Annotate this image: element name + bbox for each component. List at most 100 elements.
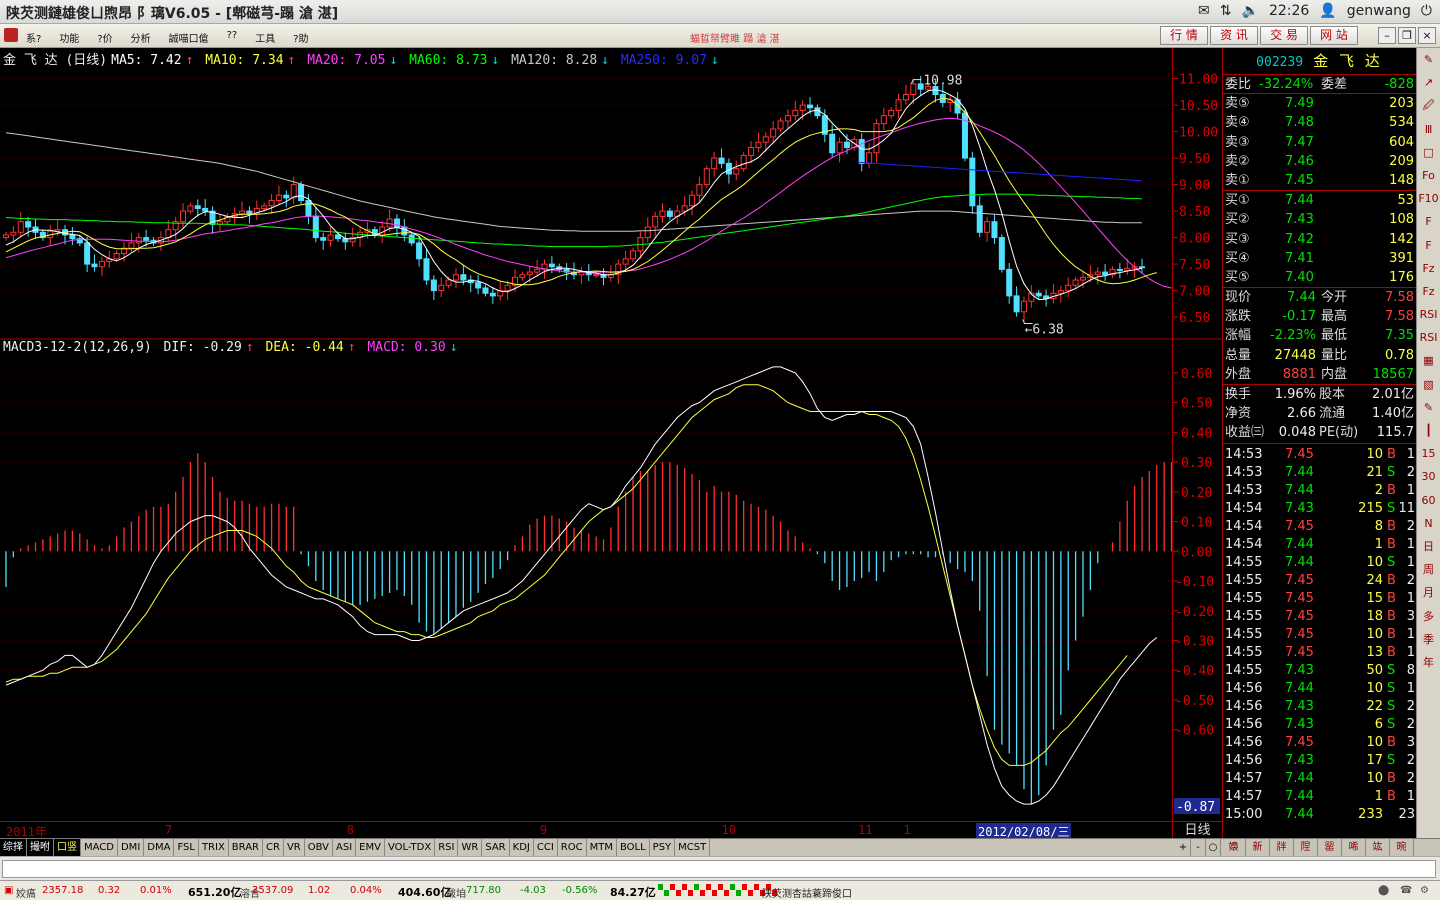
panel-tab-5[interactable]: 唏	[1342, 839, 1366, 856]
tool-button-22[interactable]: 周	[1417, 558, 1440, 581]
chart-canvas[interactable]: 10.98 ←6.38	[0, 48, 1172, 821]
panel-tab-4[interactable]: 罂	[1318, 839, 1342, 856]
tab-cci[interactable]: CCI	[534, 839, 558, 857]
tab-brar[interactable]: BRAR	[229, 839, 263, 857]
tool-button-16[interactable]: ┃	[1417, 419, 1440, 442]
sell-row-1[interactable]: 卖④ 7.48 534	[1223, 113, 1416, 132]
sell-row-4[interactable]: 卖① 7.45 148	[1223, 171, 1416, 190]
stock-name[interactable]: 金 飞 达	[1313, 52, 1383, 70]
stock-code[interactable]: 002239	[1256, 55, 1303, 70]
tool-button-3[interactable]: Ⅲ	[1417, 118, 1440, 141]
kline-chart-area[interactable]: 10.98 ←6.38 金 飞 达 (日线) MA5: 7.42 ↑ MA10: 7.…	[0, 48, 1172, 838]
buy-row-3[interactable]: 买④ 7.41 391	[1223, 249, 1416, 268]
buy-row-2[interactable]: 买③ 7.42 142	[1223, 230, 1416, 249]
tray-icon-3[interactable]: ⚙	[1420, 885, 1429, 896]
close-icon[interactable]: ×	[1418, 27, 1436, 44]
tool-button-26[interactable]: 年	[1417, 651, 1440, 674]
tool-button-14[interactable]: ▧	[1417, 373, 1440, 396]
nav-button-0[interactable]: 行 情	[1160, 26, 1208, 45]
volume-icon[interactable]: 🔈	[1242, 3, 1259, 19]
buy-row-0[interactable]: 买① 7.44 53	[1223, 191, 1416, 210]
tool-button-11[interactable]: RSI	[1417, 303, 1440, 326]
command-input[interactable]	[2, 860, 1436, 878]
menu-item-1[interactable]: 功能	[59, 30, 79, 45]
zoom-button-0[interactable]: +	[1176, 839, 1191, 856]
tool-button-15[interactable]: ✎	[1417, 396, 1440, 419]
sell-row-0[interactable]: 卖⑤ 7.49 203	[1223, 94, 1416, 113]
tab-dma[interactable]: DMA	[144, 839, 175, 857]
tick-trades[interactable]: 14:53 7.45 10 B 1 14:53 7.44 21 S 2 14:53 7.44 2 B 1 14…	[1223, 446, 1417, 824]
tab-macd[interactable]: MACD	[81, 839, 118, 857]
tab-obv[interactable]: OBV	[305, 839, 333, 857]
tab-trix[interactable]: TRIX	[199, 839, 229, 857]
tab-dmi[interactable]: DMI	[118, 839, 145, 857]
menu-item-4[interactable]: 誠喵口傖	[169, 30, 209, 45]
tab-asi[interactable]: ASI	[333, 839, 357, 857]
menu-item-2[interactable]: ?价	[97, 30, 112, 45]
panel-tab-1[interactable]: 新	[1246, 839, 1270, 856]
panel-tab-2[interactable]: 牉	[1270, 839, 1294, 856]
restore-icon[interactable]: ❐	[1398, 27, 1416, 44]
tab-sar[interactable]: SAR	[482, 839, 510, 857]
tool-button-17[interactable]: 15	[1417, 442, 1440, 465]
period-label[interactable]: 日线	[1172, 821, 1222, 838]
menu-item-7[interactable]: ?助	[293, 30, 308, 45]
panel-tab-6[interactable]: 竑	[1366, 839, 1390, 856]
panel-tab-7[interactable]: 晼	[1390, 839, 1414, 856]
mail-icon[interactable]: ✉	[1198, 3, 1210, 19]
nav-button-2[interactable]: 交 易	[1260, 26, 1308, 45]
tool-button-7[interactable]: F	[1417, 210, 1440, 233]
tool-button-19[interactable]: 60	[1417, 489, 1440, 512]
menu-item-5[interactable]: ??	[227, 30, 238, 45]
tab-vol-tdx[interactable]: VOL-TDX	[385, 839, 436, 857]
tool-button-24[interactable]: 多	[1417, 605, 1440, 628]
tool-button-12[interactable]: RSI	[1417, 326, 1440, 349]
menu-item-6[interactable]: 工具	[255, 30, 275, 45]
tool-button-5[interactable]: Fo	[1417, 164, 1440, 187]
tool-button-23[interactable]: 月	[1417, 581, 1440, 604]
tab-kdj[interactable]: KDJ	[510, 839, 534, 857]
nav-button-1[interactable]: 资 讯	[1210, 26, 1258, 45]
panel-tab-3[interactable]: 陧	[1294, 839, 1318, 856]
buy-row-4[interactable]: 买⑤ 7.40 176	[1223, 268, 1416, 287]
sz-index-value[interactable]: 2537.09	[252, 885, 293, 896]
tab-roc[interactable]: ROC	[558, 839, 587, 857]
tool-button-4[interactable]: □	[1417, 141, 1440, 164]
minimize-icon[interactable]: –	[1378, 27, 1396, 44]
tab-wr[interactable]: WR	[458, 839, 483, 857]
cy-index-value[interactable]: 717.80	[466, 885, 501, 896]
tray-icon-2[interactable]: ☎	[1400, 885, 1412, 896]
tab-mcst[interactable]: MCST	[675, 839, 711, 857]
app-icon[interactable]	[4, 28, 18, 42]
zoom-button-2[interactable]: ○	[1206, 839, 1221, 856]
network-icon[interactable]: ⇅	[1220, 3, 1232, 19]
tray-icon-1[interactable]: ⬤	[1378, 885, 1389, 896]
clock[interactable]: 22:26	[1269, 3, 1309, 19]
menu-item-0[interactable]: 系?	[26, 30, 41, 45]
sell-row-3[interactable]: 卖② 7.46 209	[1223, 152, 1416, 171]
buy-row-1[interactable]: 买② 7.43 108	[1223, 210, 1416, 229]
tab-psy[interactable]: PSY	[650, 839, 676, 857]
tab-boll[interactable]: BOLL	[617, 839, 650, 857]
tab-vr[interactable]: VR	[284, 839, 305, 857]
tool-button-18[interactable]: 30	[1417, 465, 1440, 488]
promo-text[interactable]: 蝠晢帑臂雎 蹋 滄 湛	[690, 30, 780, 45]
tool-button-20[interactable]: N	[1417, 512, 1440, 535]
tool-button-9[interactable]: Fz	[1417, 257, 1440, 280]
power-icon[interactable]: ⏻	[1421, 3, 1432, 19]
tab-rsi[interactable]: RSI	[435, 839, 459, 857]
tool-button-0[interactable]: ✎	[1417, 48, 1440, 71]
tab-mtm[interactable]: MTM	[587, 839, 617, 857]
tool-button-13[interactable]: ▦	[1417, 349, 1440, 372]
tab-口竖[interactable]: 口竖	[54, 839, 81, 857]
tab-撮咐[interactable]: 撮咐	[27, 839, 54, 857]
tab-fsl[interactable]: FSL	[174, 839, 199, 857]
tool-button-21[interactable]: 日	[1417, 535, 1440, 558]
tool-button-6[interactable]: F10	[1417, 187, 1440, 210]
tool-button-10[interactable]: Fz	[1417, 280, 1440, 303]
tab-emv[interactable]: EMV	[356, 839, 385, 857]
tab-综择[interactable]: 综择	[0, 839, 27, 857]
menu-item-3[interactable]: 分析	[131, 30, 151, 45]
user-name[interactable]: genwang	[1347, 3, 1411, 19]
sell-row-2[interactable]: 卖③ 7.47 604	[1223, 133, 1416, 152]
